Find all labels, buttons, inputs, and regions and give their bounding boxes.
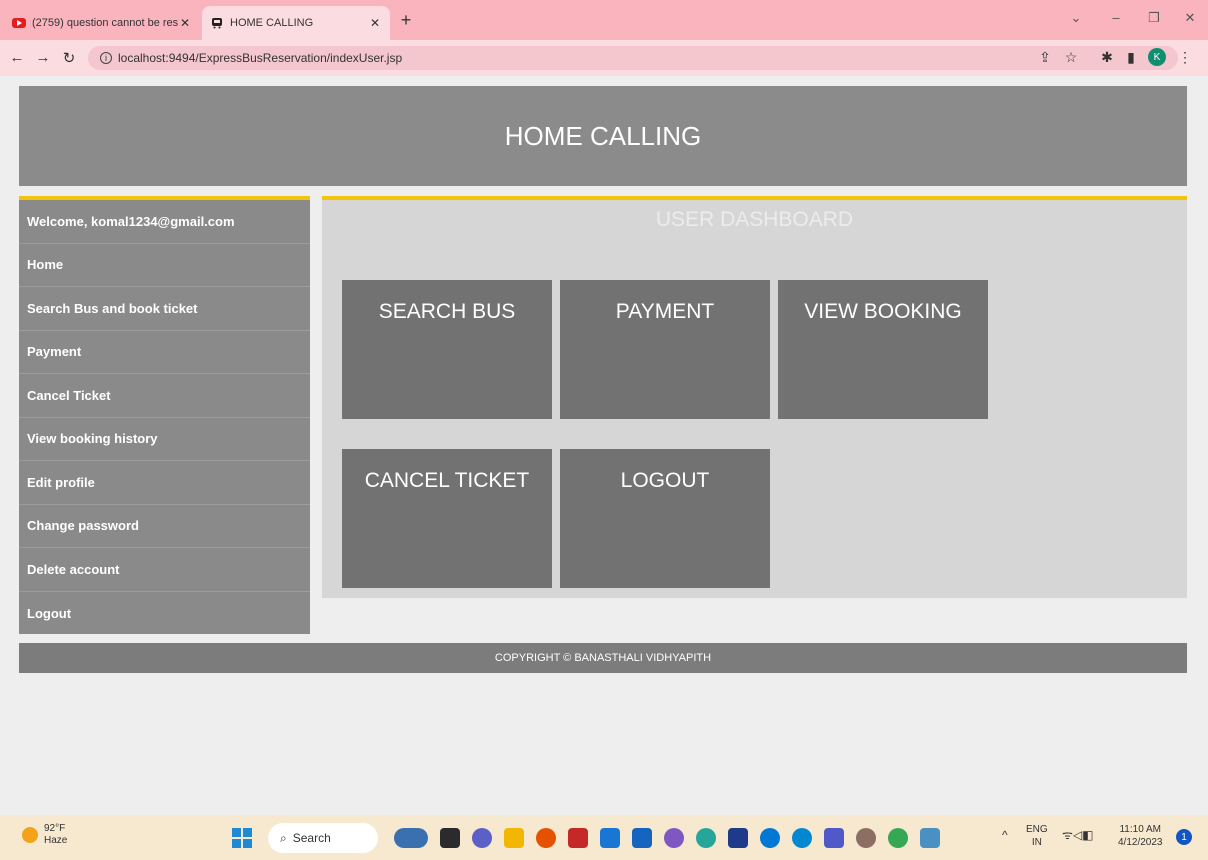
address-bar[interactable]: i localhost:9494/ExpressBusReservation/i…	[88, 46, 1178, 70]
app-icon[interactable]	[728, 828, 748, 848]
app-icon[interactable]	[696, 828, 716, 848]
edge-icon[interactable]	[760, 828, 780, 848]
mail-icon[interactable]	[600, 828, 620, 848]
language-indicator[interactable]: ENG IN	[1026, 823, 1048, 849]
taskbar-search[interactable]: ⌕ Search	[268, 823, 378, 853]
mcafee-icon[interactable]	[568, 828, 588, 848]
sidebar-item-cancel-ticket[interactable]: Cancel Ticket	[19, 374, 310, 418]
sidebar-item-search-bus[interactable]: Search Bus and book ticket	[19, 287, 310, 331]
tab-search-icon[interactable]: ⌄	[1066, 10, 1086, 26]
page-header: HOME CALLING	[19, 86, 1187, 186]
clock-time: 11:10 AM	[1119, 824, 1161, 835]
web-page: HOME CALLING Welcome, komal1234@gmail.co…	[0, 76, 1208, 815]
page-title: HOME CALLING	[504, 120, 702, 151]
reload-icon[interactable]: ↻	[60, 49, 78, 67]
bookmark-star-icon[interactable]: ☆	[1062, 49, 1080, 66]
wifi-volume-battery-icon[interactable]: ᯤ◁◧	[1062, 829, 1094, 842]
search-icon: ⌕	[280, 830, 287, 845]
telegram-icon[interactable]	[792, 828, 812, 848]
windows-start-icon[interactable]	[232, 828, 252, 848]
chat-icon[interactable]	[472, 828, 492, 848]
browser-tab-strip: (2759) question cannot be resolv ✕ HOME …	[0, 0, 1208, 40]
profile-avatar[interactable]: K	[1148, 48, 1166, 66]
side-panel-icon[interactable]: ▮	[1122, 49, 1140, 66]
sidebar-item-booking-history[interactable]: View booking history	[19, 418, 310, 461]
haze-weather-icon	[22, 827, 38, 843]
share-icon[interactable]: ⇪	[1036, 49, 1054, 66]
payment-card[interactable]: PAYMENT	[560, 280, 770, 419]
task-view-icon[interactable]	[440, 828, 460, 848]
os-taskbar: 92°F Haze ⌕ Search ^ ENG IN ᯤ◁◧ 11:10 AM…	[0, 815, 1208, 860]
weather-widget[interactable]: 92°F Haze	[22, 823, 67, 847]
app-icon[interactable]	[664, 828, 684, 848]
lang-top: ENG	[1026, 824, 1048, 835]
view-booking-card[interactable]: VIEW BOOKING	[778, 280, 988, 419]
teams-icon[interactable]	[824, 828, 844, 848]
close-tab-icon[interactable]: ✕	[178, 16, 192, 30]
network-tool-icon[interactable]	[920, 828, 940, 848]
close-window-icon[interactable]: ✕	[1180, 10, 1200, 26]
tab-label: (2759) question cannot be resolv	[32, 17, 178, 29]
extensions-icon[interactable]: ✱	[1098, 49, 1116, 66]
lang-bottom: IN	[1031, 837, 1042, 848]
weather-temp: 92°F	[44, 823, 66, 834]
widgets-icon[interactable]	[394, 828, 428, 848]
clock[interactable]: 11:10 AM 4/12/2023	[1118, 823, 1163, 849]
sidebar-welcome: Welcome, komal1234@gmail.com	[19, 200, 310, 244]
logout-card[interactable]: LOGOUT	[560, 449, 770, 588]
sidebar-item-home[interactable]: Home	[19, 244, 310, 287]
info-icon[interactable]: i	[100, 52, 112, 64]
sidebar-item-payment[interactable]: Payment	[19, 331, 310, 374]
url-text: localhost:9494/ExpressBusReservation/ind…	[118, 51, 403, 65]
new-tab-button[interactable]: +	[396, 10, 416, 31]
page-footer: COPYRIGHT © BANASTHALI VIDHYAPITH	[19, 643, 1187, 673]
sidebar-item-change-password[interactable]: Change password	[19, 505, 310, 548]
close-tab-icon[interactable]: ✕	[368, 16, 382, 30]
restore-icon[interactable]: ❐	[1144, 10, 1164, 26]
tab-label: HOME CALLING	[230, 17, 314, 29]
search-bus-card[interactable]: SEARCH BUS	[342, 280, 552, 419]
browser-toolbar: ← → ↻ i localhost:9494/ExpressBusReserva…	[0, 40, 1208, 76]
taskbar-search-label: Search	[292, 831, 331, 845]
store-icon[interactable]	[632, 828, 652, 848]
forward-icon[interactable]: →	[34, 49, 52, 66]
sidebar-item-delete-account[interactable]: Delete account	[19, 548, 310, 592]
dashboard-panel: USER DASHBOARD SEARCH BUS PAYMENT VIEW B…	[322, 196, 1187, 598]
menu-kebab-icon[interactable]: ⋮	[1176, 49, 1194, 66]
sidebar-item-logout[interactable]: Logout	[19, 592, 310, 636]
bus-icon	[210, 16, 224, 30]
app-icon[interactable]	[536, 828, 556, 848]
chrome-icon[interactable]	[888, 828, 908, 848]
back-icon[interactable]: ←	[8, 49, 26, 66]
show-hidden-icons-icon[interactable]: ^	[1002, 829, 1008, 842]
youtube-icon	[12, 16, 26, 30]
notification-badge[interactable]: 1	[1176, 829, 1192, 845]
clock-date: 4/12/2023	[1118, 837, 1163, 848]
dashboard-title: USER DASHBOARD	[655, 208, 854, 231]
sidebar: Welcome, komal1234@gmail.com Home Search…	[19, 196, 310, 634]
sidebar-item-edit-profile[interactable]: Edit profile	[19, 461, 310, 505]
weather-desc: Haze	[44, 835, 68, 846]
minimize-icon[interactable]: –	[1106, 10, 1126, 25]
tab-youtube[interactable]: (2759) question cannot be resolv ✕	[4, 6, 200, 40]
file-explorer-icon[interactable]	[504, 828, 524, 848]
app-icon[interactable]	[856, 828, 876, 848]
cancel-ticket-card[interactable]: CANCEL TICKET	[342, 449, 552, 588]
copyright-text: COPYRIGHT © BANASTHALI VIDHYAPITH	[494, 652, 712, 664]
tab-home-calling[interactable]: HOME CALLING ✕	[202, 6, 390, 40]
